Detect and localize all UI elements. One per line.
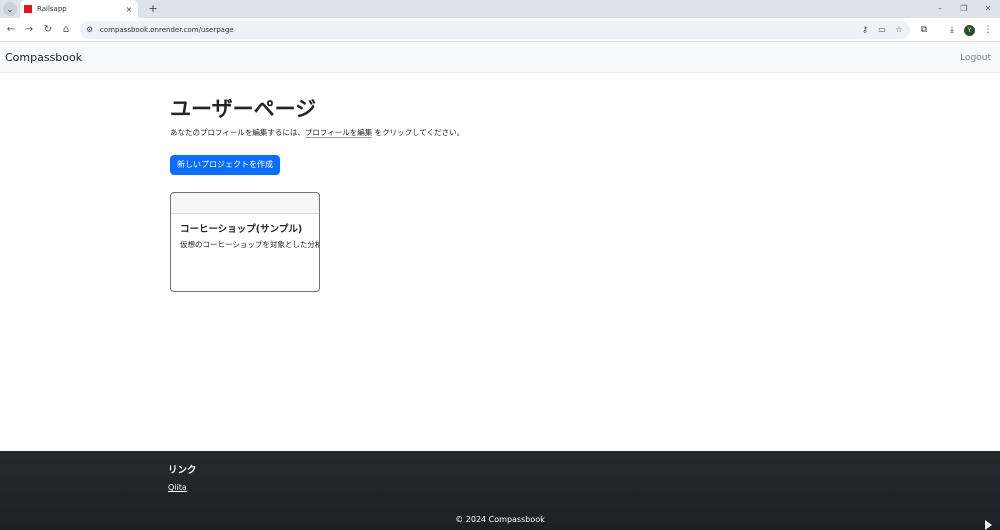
home-icon[interactable]: ⌂ — [58, 22, 74, 38]
browser-toolbar: ← → ↻ ⌂ ⚙ compassbook.onrender.com/userp… — [0, 18, 1000, 42]
address-bar[interactable]: ⚙ compassbook.onrender.com/userpage ⚷ ▭ … — [80, 21, 910, 39]
extensions-icon[interactable]: ⧉ — [916, 22, 932, 38]
desc-before: あなたのプロフィールを編集するには、 — [170, 128, 305, 137]
edit-profile-link[interactable]: プロフィールを編集 — [304, 128, 373, 138]
page-title: ユーザーページ — [170, 97, 317, 121]
main-content: ユーザーページ あなたのプロフィールを編集するには、プロフィールを編集 をクリッ… — [170, 95, 830, 292]
new-tab-icon[interactable]: + — [146, 1, 160, 16]
back-icon[interactable]: ← — [3, 22, 19, 38]
project-card[interactable]: コーヒーショップ(サンプル) 仮想のコーヒーショップを対象とした分析 — [170, 192, 320, 292]
desc-after: をクリックしてください。 — [372, 128, 465, 137]
download-icon[interactable]: ⤓ — [944, 22, 960, 38]
browser-tabstrip: ⌄ Railsapp × + – ❐ ✕ — [0, 0, 1000, 18]
password-key-icon[interactable]: ⚷ — [858, 23, 872, 37]
tab-close-icon[interactable]: × — [124, 5, 134, 14]
tab-search-icon[interactable]: ⌄ — [3, 2, 17, 16]
logout-link[interactable]: Logout — [960, 43, 991, 73]
site-footer: リンク Qiita © 2024 Compassbook — [0, 451, 1000, 530]
app-navbar: Compassbook Logout — [0, 43, 1000, 73]
window-close-icon[interactable]: ✕ — [976, 1, 1000, 16]
browser-tab[interactable]: Railsapp × — [20, 0, 138, 18]
profile-avatar[interactable]: Y — [964, 25, 975, 36]
project-card-header — [171, 193, 319, 214]
mouse-cursor-icon — [985, 520, 992, 530]
profile-edit-description: あなたのプロフィールを編集するには、プロフィールを編集 をクリックしてください。 — [170, 127, 830, 139]
reload-icon[interactable]: ↻ — [40, 22, 56, 38]
project-card-title[interactable]: コーヒーショップ(サンプル) — [180, 223, 319, 236]
project-card-description: 仮想のコーヒーショップを対象とした分析 — [180, 240, 320, 249]
new-project-button[interactable]: 新しいプロジェクトを作成 — [170, 155, 280, 175]
tab-title: Railsapp — [37, 5, 67, 13]
address-url[interactable]: compassbook.onrender.com/userpage — [100, 21, 234, 39]
brand-link[interactable]: Compassbook — [5, 43, 82, 73]
minimize-icon[interactable]: – — [928, 1, 952, 16]
qiita-link[interactable]: Qiita — [168, 482, 187, 493]
footer-links-heading: リンク — [168, 465, 197, 476]
site-info-icon[interactable]: ⚙ — [86, 23, 93, 37]
copyright-text: © 2024 Compassbook — [455, 515, 545, 524]
bookmark-star-icon[interactable]: ☆ — [892, 23, 906, 37]
browser-menu-icon[interactable]: ⋮ — [980, 22, 996, 38]
cast-icon[interactable]: ▭ — [875, 23, 889, 37]
favicon-icon — [24, 5, 32, 13]
forward-icon[interactable]: → — [21, 22, 37, 38]
restore-icon[interactable]: ❐ — [952, 1, 976, 16]
